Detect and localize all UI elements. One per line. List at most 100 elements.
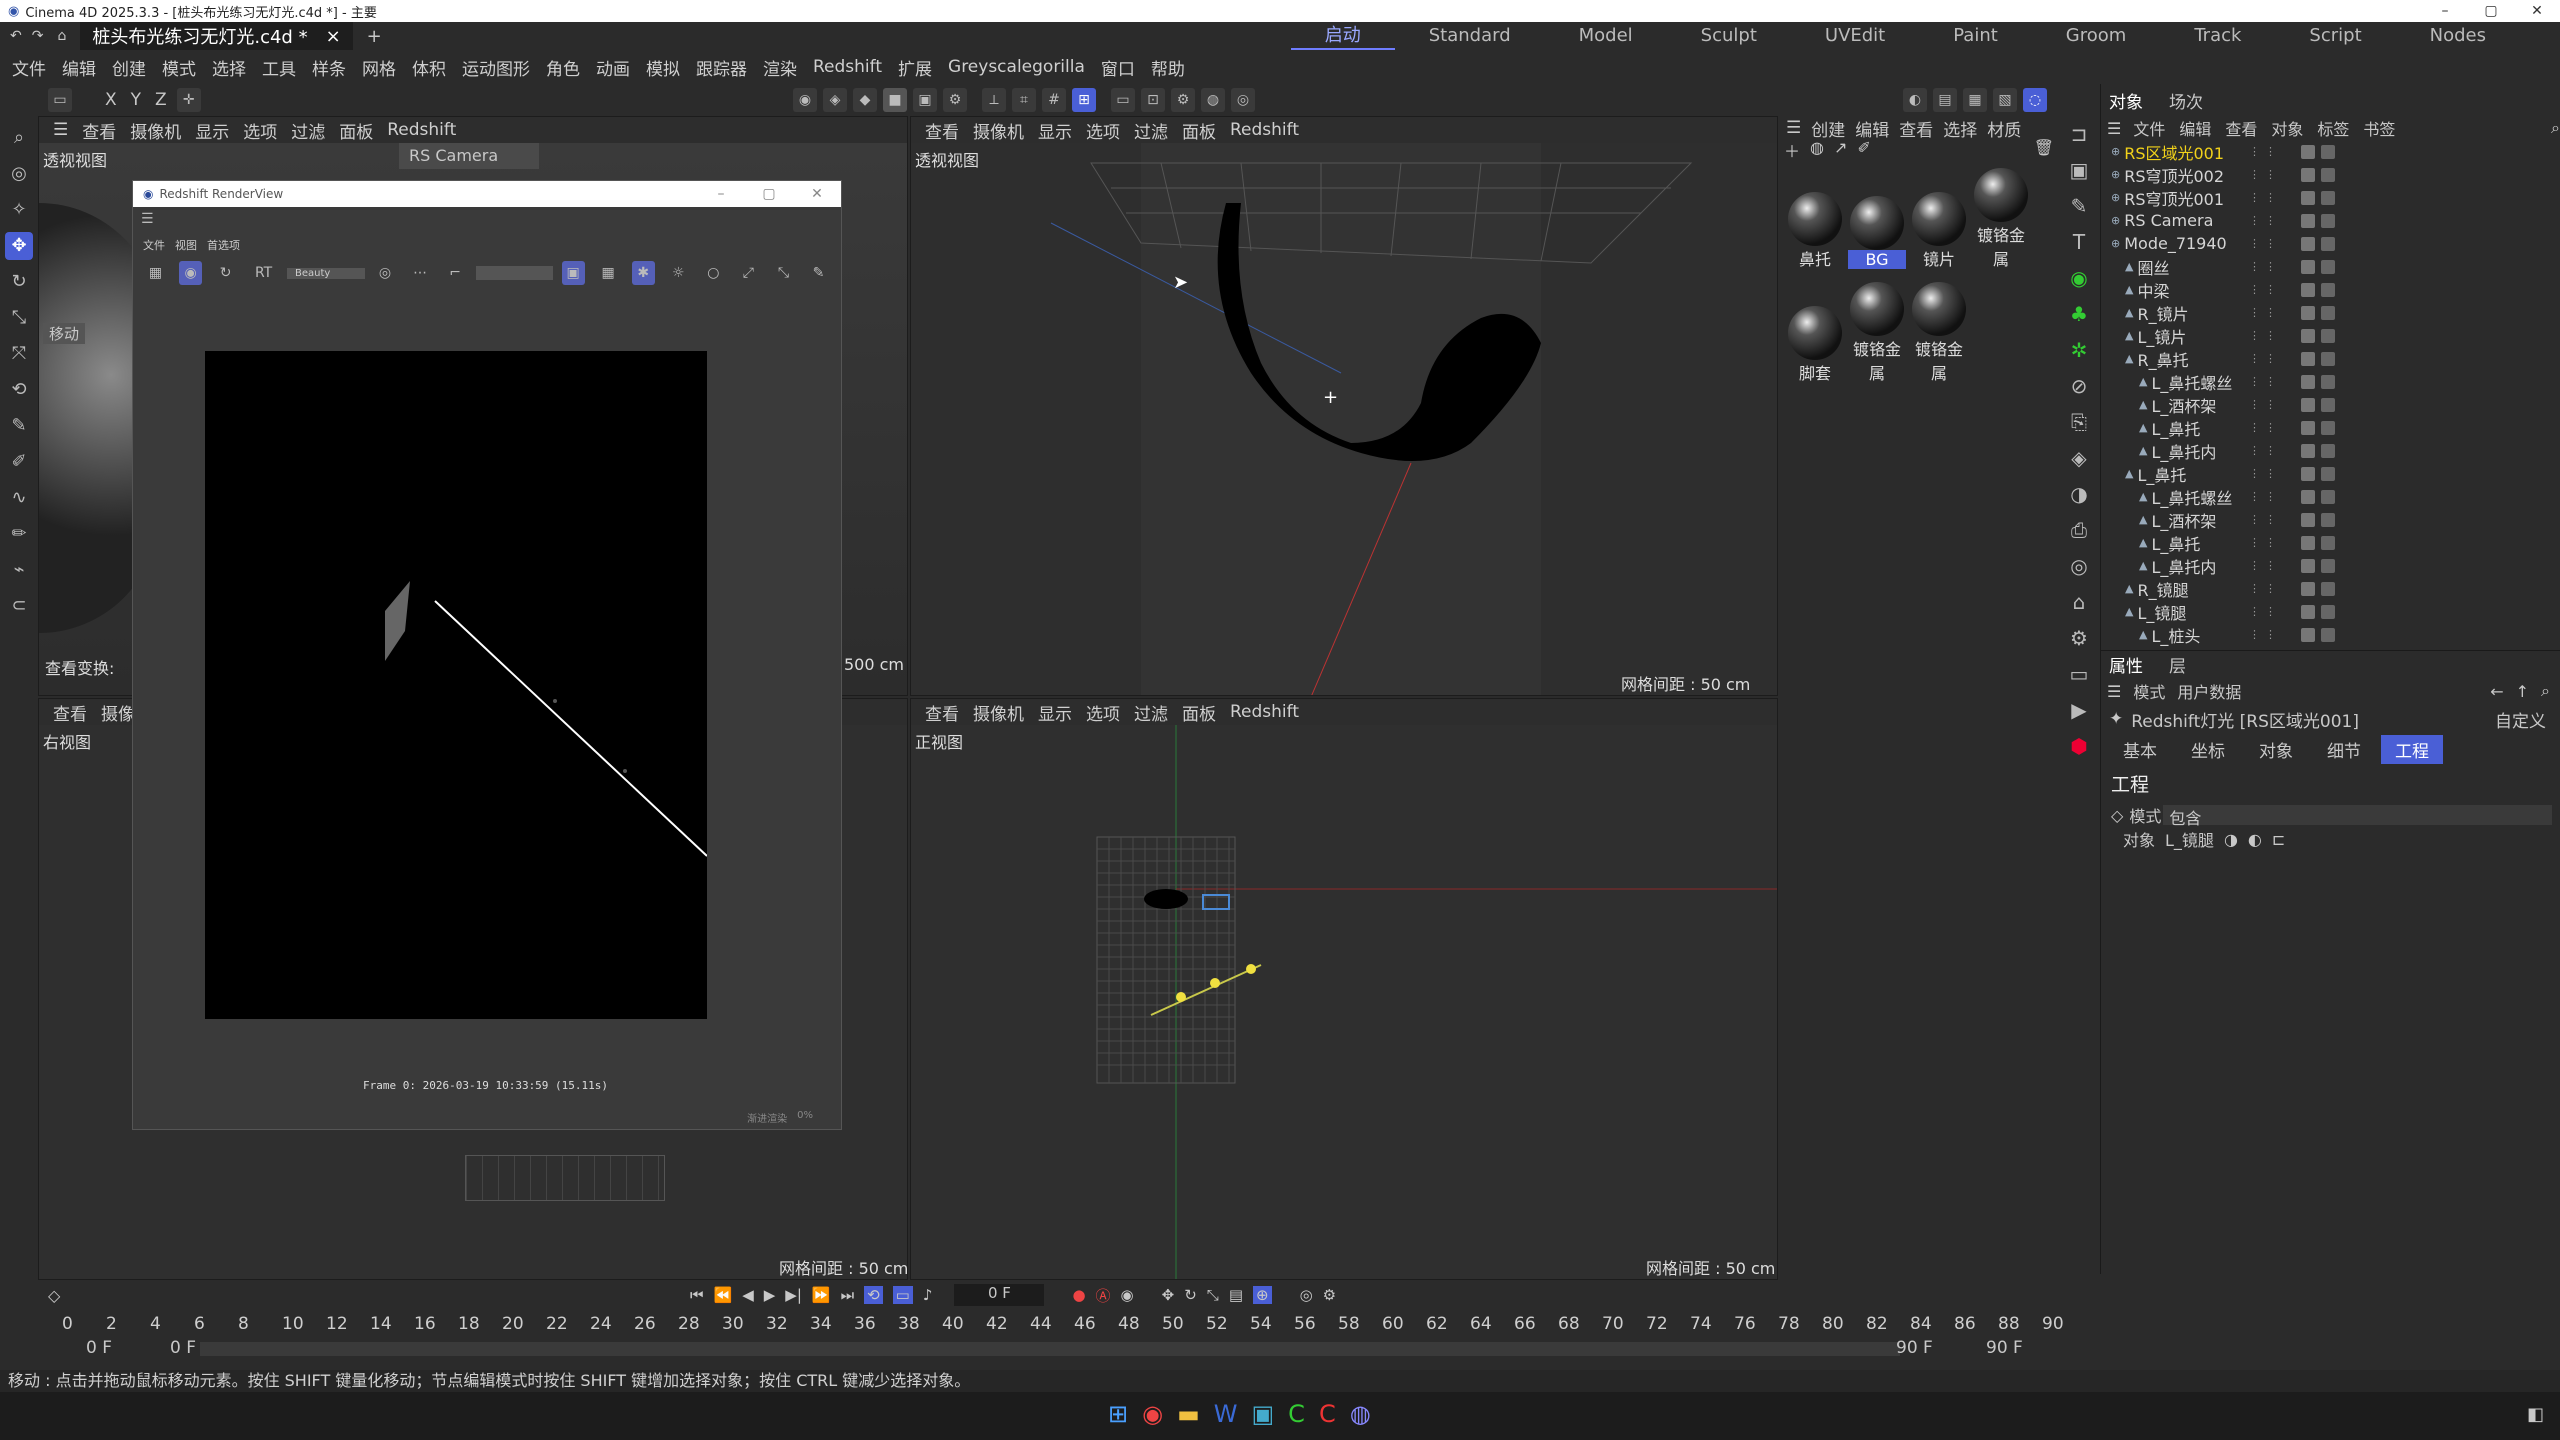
object-tags[interactable] — [2301, 581, 2335, 596]
knife-icon[interactable]: ⌁ — [5, 556, 33, 584]
object-visibility-flags[interactable]: ⋮ ⋮ — [2249, 238, 2276, 249]
menu-item-8[interactable]: 体积 — [412, 55, 446, 80]
layout-tab-3[interactable]: Sculpt — [1667, 22, 1791, 50]
rv-menu-file[interactable]: 文件 — [143, 237, 165, 253]
texture-mode-icon[interactable]: ▣ — [913, 88, 937, 112]
viewport-canvas[interactable]: 正视图 网格间距 : 50 cm — [911, 725, 1777, 1279]
vp-menu-redshift[interactable]: Redshift — [1230, 702, 1299, 722]
attr-mode-select[interactable]: 包含 — [2163, 805, 2552, 828]
cinema4d-icon[interactable]: ◍ — [1350, 1400, 1371, 1428]
prev-frame-icon[interactable]: ◀ — [742, 1286, 754, 1304]
pen-icon[interactable]: ✐ — [5, 448, 33, 476]
menu-item-7[interactable]: 网格 — [362, 55, 396, 80]
attr-shadow-icon[interactable]: ◐ — [2248, 830, 2262, 849]
rv-snapshot-select[interactable] — [475, 266, 553, 280]
tab-attributes[interactable]: 属性 — [2109, 652, 2143, 677]
vp-menu-redshift[interactable]: Redshift — [387, 120, 456, 140]
sculpt-brush-icon[interactable]: ✎ — [5, 412, 33, 440]
menu-item-0[interactable]: 文件 — [12, 55, 46, 80]
object-tags[interactable] — [2301, 190, 2335, 205]
object-tree-row[interactable]: ▲ L_酒杯架 ⋮ ⋮ — [2101, 393, 2560, 416]
deformer-icon[interactable]: ✲ — [2060, 332, 2098, 368]
attr-up-icon[interactable]: ↑ — [2516, 682, 2529, 701]
search-icon[interactable]: ⌕ — [5, 124, 33, 152]
chrome-icon[interactable]: ◉ — [1142, 1400, 1163, 1428]
axis-y-toggle[interactable]: Y — [131, 90, 141, 110]
viewport-canvas[interactable]: 透视视图 ➤ + 网格间距 : 50 cm — [911, 143, 1777, 695]
object-tree-row[interactable]: ⊕ Mode_71940 ⋮ ⋮ — [2101, 232, 2560, 255]
motion-icon[interactable]: ◎ — [1300, 1286, 1313, 1304]
layout-tab-2[interactable]: Model — [1545, 22, 1667, 50]
model-mode-icon[interactable]: ■ — [883, 88, 907, 112]
keyframe-sel-icon[interactable]: ◉ — [1121, 1286, 1134, 1304]
attr-search-icon[interactable]: ⌕ — [2541, 681, 2550, 701]
vp-menu-camera[interactable]: 摄像机 — [973, 118, 1024, 143]
vp-menu-options[interactable]: 选项 — [1086, 118, 1120, 143]
vp-menu-filter[interactable]: 过滤 — [291, 118, 325, 143]
viewport-front[interactable]: 查看 摄像机 显示 选项 过滤 面板 Redshift 正视图 网格间距 : 5… — [910, 698, 1778, 1280]
object-tree-row[interactable]: ⊕ RS Camera ⋮ ⋮ — [2101, 209, 2560, 232]
object-tags[interactable] — [2301, 420, 2335, 435]
object-visibility-flags[interactable]: ⋮ ⋮ — [2249, 399, 2276, 410]
autokey-icon[interactable]: Ⓐ — [1096, 1285, 1111, 1306]
home-icon[interactable]: ⌂ — [57, 28, 66, 44]
rv-menu-view[interactable]: 视图 — [175, 237, 197, 253]
document-tab[interactable]: 桩头布光练习无灯光.c4d * × — [80, 22, 353, 50]
text-icon[interactable]: T — [2060, 224, 2098, 260]
keyframe-icon[interactable]: ◇ — [48, 1286, 60, 1305]
object-tags[interactable] — [2301, 558, 2335, 573]
next-key-icon[interactable]: ⏩ — [812, 1286, 831, 1304]
rv-snow-icon[interactable]: ✱ — [631, 261, 655, 285]
loop-icon[interactable]: ⟲ — [864, 1286, 883, 1304]
objects-menu-item[interactable]: 标签 — [2317, 116, 2349, 140]
play-icon[interactable]: ▶ — [764, 1286, 776, 1304]
object-visibility-flags[interactable]: ⋮ ⋮ — [2249, 422, 2276, 433]
vp-menu-display[interactable]: 显示 — [1038, 118, 1072, 143]
attr-subtab[interactable]: 对象 — [2245, 735, 2307, 764]
layout-tab-5[interactable]: Paint — [1919, 22, 2032, 50]
object-visibility-flags[interactable]: ⋮ ⋮ — [2249, 468, 2276, 479]
camera-tool-icon[interactable]: ⎘ — [2060, 404, 2098, 440]
scale-key-icon[interactable]: ⤡ — [1207, 1286, 1219, 1304]
rv-clapper-icon[interactable]: ▦ — [144, 261, 168, 285]
object-tags[interactable] — [2301, 167, 2335, 182]
tab-takes[interactable]: 场次 — [2169, 88, 2203, 113]
render-icon[interactable]: ◐ — [1903, 88, 1927, 112]
goto-end-icon[interactable]: ⏭ — [841, 1286, 855, 1304]
range-end[interactable]: 90 F — [1896, 1338, 1933, 1358]
vp-menu-filter[interactable]: 过滤 — [1134, 118, 1168, 143]
attr-back-icon[interactable]: ← — [2490, 682, 2503, 701]
object-tags[interactable] — [2301, 259, 2335, 274]
objects-search-icon[interactable]: ⌕ — [2551, 118, 2560, 138]
pla-key-icon[interactable]: ⊕ — [1253, 1286, 1272, 1304]
attr-menu-mode[interactable]: 模式 — [2133, 679, 2165, 703]
paint-icon[interactable]: ✏ — [5, 520, 33, 548]
select-icon[interactable]: ◎ — [5, 160, 33, 188]
light-icon[interactable]: ◎ — [2060, 548, 2098, 584]
object-visibility-flags[interactable]: ⋮ ⋮ — [2249, 583, 2276, 594]
menu-item-13[interactable]: 跟踪器 — [696, 55, 747, 80]
menu-item-11[interactable]: 动画 — [596, 55, 630, 80]
object-tree-row[interactable]: ▲ 中梁 ⋮ ⋮ — [2101, 278, 2560, 301]
camera-selector[interactable]: RS Camera — [399, 143, 539, 169]
redshift-rv-icon[interactable]: ◌ — [2023, 88, 2047, 112]
object-tags[interactable] — [2301, 144, 2335, 159]
vp-menu-options[interactable]: 选项 — [243, 118, 277, 143]
rv-menu-prefs[interactable]: 首选项 — [207, 237, 240, 253]
snap-icon[interactable]: ⌗ — [1012, 88, 1036, 112]
attr-visibility-icon[interactable]: ◑ — [2224, 830, 2238, 849]
close-tab-icon[interactable]: × — [326, 26, 341, 47]
layout-tab-9[interactable]: Nodes — [2396, 22, 2520, 50]
cloner-icon[interactable]: ♣ — [2060, 296, 2098, 332]
object-tree-row[interactable]: ▲ L_酒杯架 ⋮ ⋮ — [2101, 508, 2560, 531]
material-swatch[interactable]: 鼻托 — [1786, 192, 1844, 274]
live-select-icon[interactable]: ✧ — [5, 196, 33, 224]
vp-menu-panel[interactable]: 面板 — [339, 118, 373, 143]
object-tags[interactable] — [2301, 627, 2335, 642]
current-frame-field[interactable]: 0 F — [954, 1284, 1045, 1306]
object-visibility-flags[interactable]: ⋮ ⋮ — [2249, 146, 2276, 157]
material-swatch[interactable]: 镀铬金属 — [1972, 168, 2030, 269]
mat-arrow-icon[interactable]: ↗ — [1834, 138, 1847, 162]
camera-object-icon[interactable]: ⎙ — [2060, 512, 2098, 548]
object-visibility-flags[interactable]: ⋮ ⋮ — [2249, 560, 2276, 571]
